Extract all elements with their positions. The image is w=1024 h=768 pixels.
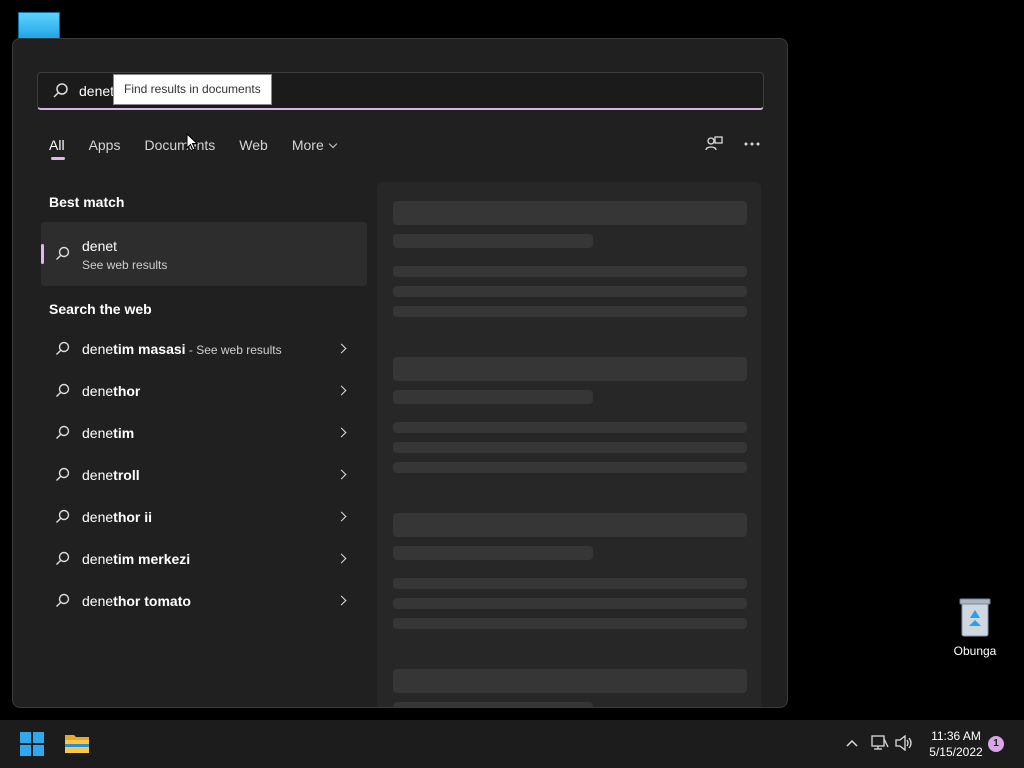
tab-documents[interactable]: Documents <box>144 136 215 160</box>
web-suggestion[interactable]: denetim masasi - See web results <box>41 329 367 371</box>
search-icon <box>53 83 68 98</box>
search-input[interactable]: denet <box>79 83 114 99</box>
web-suggestion[interactable]: denethor tomato <box>41 581 367 623</box>
skeleton-bar <box>393 422 747 433</box>
suggestion-prefix: dene <box>82 467 114 483</box>
skeleton-bar <box>393 578 747 589</box>
network-icon[interactable] <box>871 735 889 751</box>
search-icon <box>56 341 70 355</box>
recycle-bin-label: Obunga <box>953 644 997 658</box>
skeleton-bar <box>393 286 747 297</box>
search-icon <box>56 593 70 607</box>
tab-all[interactable]: All <box>49 136 65 160</box>
suggestion-completion: tim <box>113 425 135 441</box>
best-match-heading: Best match <box>49 194 125 210</box>
chevron-right-icon <box>336 385 347 396</box>
best-match-title: denet <box>82 238 118 254</box>
more-options-icon[interactable] <box>743 135 761 153</box>
search-icon <box>56 467 70 481</box>
recycle-bin-shortcut[interactable]: Obunga <box>948 596 1002 658</box>
search-icon <box>56 246 70 260</box>
search-web-heading: Search the web <box>49 301 152 317</box>
suggestion-prefix: dene <box>82 383 114 399</box>
suggestion-completion: tim merkezi <box>113 551 191 567</box>
chevron-right-icon <box>336 343 347 354</box>
web-suggestion[interactable]: denethor <box>41 371 367 413</box>
tab-more[interactable]: More <box>291 136 337 160</box>
tab-web[interactable]: Web <box>239 136 268 160</box>
search-icon <box>56 383 70 397</box>
filter-tabs: All Apps Documents Web More <box>49 136 360 166</box>
clock-date: 5/15/2022 <box>929 745 983 759</box>
notification-badge[interactable]: 1 <box>988 736 1004 752</box>
skeleton-bar <box>393 201 747 225</box>
search-icon <box>56 425 70 439</box>
suggestion-prefix: dene <box>82 341 114 357</box>
web-suggestion[interactable]: denetim <box>41 413 367 455</box>
tab-more-label: More <box>291 137 324 153</box>
skeleton-bar <box>393 234 593 248</box>
chevron-right-icon <box>336 469 347 480</box>
skeleton-bar <box>393 357 747 381</box>
chevron-right-icon <box>336 427 347 438</box>
chevron-right-icon <box>336 553 347 564</box>
suggestion-completion: thor ii <box>113 509 153 525</box>
taskbar: 11:36 AM 5/15/2022 <box>0 720 1024 768</box>
start-button[interactable] <box>20 732 44 756</box>
skeleton-bar <box>393 618 747 629</box>
clock-time: 11:36 AM <box>931 729 981 743</box>
suggestion-prefix: dene <box>82 593 114 609</box>
suggestion-prefix: dene <box>82 551 114 567</box>
top-actions <box>705 135 761 153</box>
file-explorer-icon[interactable] <box>64 732 90 754</box>
suggestion-prefix: dene <box>82 425 114 441</box>
skeleton-bar <box>393 462 747 473</box>
skeleton-bar <box>393 702 593 707</box>
volume-icon[interactable] <box>895 735 913 751</box>
chevron-down-icon <box>328 139 337 149</box>
clock[interactable]: 11:36 AM 5/15/2022 <box>920 728 992 760</box>
skeleton-bar <box>393 390 593 404</box>
best-match-item[interactable]: denet See web results <box>41 222 367 286</box>
suggestion-completion: thor tomato <box>113 593 191 609</box>
skeleton-bar <box>393 442 747 453</box>
account-switch-icon[interactable] <box>705 135 723 153</box>
skeleton-bar <box>393 513 747 537</box>
tab-apps[interactable]: Apps <box>89 136 121 160</box>
suggestion-suffix: - See web results <box>185 343 282 357</box>
search-tooltip: Find results in documents <box>113 74 272 105</box>
preview-pane-loading <box>377 182 761 707</box>
search-panel: denet Find results in documents All Apps… <box>12 38 788 708</box>
skeleton-bar <box>393 306 747 317</box>
skeleton-bar <box>393 546 593 560</box>
suggestion-completion: troll <box>113 467 140 483</box>
web-suggestions-list: denetim masasi - See web results denetho… <box>41 329 367 623</box>
web-suggestion[interactable]: denetim merkezi <box>41 539 367 581</box>
chevron-up-icon[interactable] <box>846 738 858 748</box>
best-match-subtitle: See web results <box>82 258 168 272</box>
suggestion-completion: thor <box>113 383 141 399</box>
search-icon <box>56 509 70 523</box>
suggestion-prefix: dene <box>82 509 114 525</box>
skeleton-bar <box>393 598 747 609</box>
chevron-right-icon <box>336 511 347 522</box>
chevron-right-icon <box>336 595 347 606</box>
web-suggestion[interactable]: denethor ii <box>41 497 367 539</box>
suggestion-completion: tim masasi <box>113 341 186 357</box>
mouse-cursor-icon <box>186 133 198 151</box>
web-suggestion[interactable]: denetroll <box>41 455 367 497</box>
skeleton-bar <box>393 266 747 277</box>
skeleton-bar <box>393 669 747 693</box>
recycle-bin-icon <box>958 596 992 638</box>
search-icon <box>56 551 70 565</box>
